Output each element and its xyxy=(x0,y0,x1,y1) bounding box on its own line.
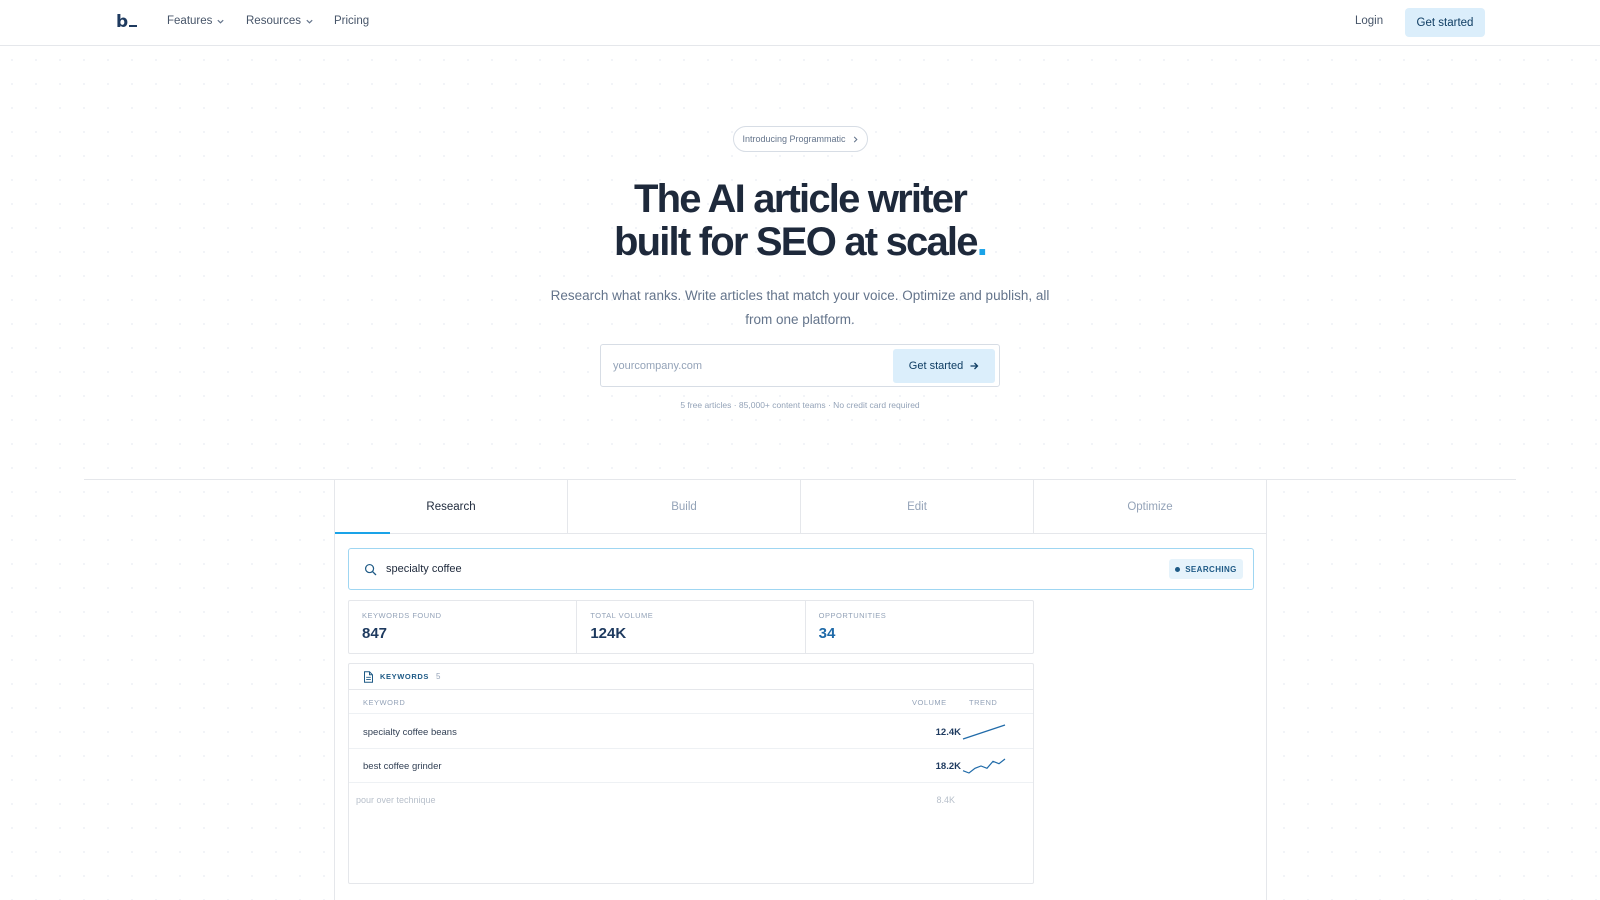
table-row[interactable]: specialty coffee beans 12.4K xyxy=(349,715,1033,749)
domain-input[interactable] xyxy=(613,355,883,377)
tab-research-label: Research xyxy=(426,500,476,513)
volume-cell: 8.4K xyxy=(936,795,955,805)
column-header-keyword[interactable]: KEYWORD xyxy=(363,698,405,707)
volume-cell: 18.2K xyxy=(935,761,961,772)
document-icon xyxy=(364,671,373,683)
active-tab-indicator xyxy=(335,532,390,534)
hero-headline: The AI article writer built for SEO at s… xyxy=(400,178,1200,264)
nav-features-label: Features xyxy=(167,15,213,27)
signup-fine-print: 5 free articles · 85,000+ content teams … xyxy=(680,400,920,410)
keyword-cell: best coffee grinder xyxy=(363,761,442,772)
table-row[interactable]: pour over technique 8.4K xyxy=(349,783,1033,817)
stat-opportunities: OPPORTUNITIES 34 xyxy=(806,601,1033,653)
tab-build[interactable]: Build xyxy=(568,480,801,533)
stat-value: 124K xyxy=(590,625,627,642)
nav-get-started-button[interactable]: Get started xyxy=(1405,8,1485,37)
logo-underscore xyxy=(128,25,137,27)
trend-sparkline xyxy=(962,724,1006,740)
announcement-pill[interactable]: Introducing Programmatic xyxy=(733,126,868,152)
stat-total-volume: TOTAL VOLUME 124K xyxy=(577,601,806,653)
column-header-volume[interactable]: VOLUME xyxy=(912,698,947,707)
volume-cell: 12.4K xyxy=(935,727,961,738)
logo[interactable]: b xyxy=(116,12,137,32)
stats-row: KEYWORDS FOUND 847 TOTAL VOLUME 124K OPP… xyxy=(348,600,1034,654)
chevron-down-icon xyxy=(217,19,225,24)
table-row[interactable]: best coffee grinder 18.2K xyxy=(349,749,1033,783)
signup-form: Get started xyxy=(600,344,1000,387)
sparkline-path xyxy=(962,758,1006,774)
column-header-trend: TREND xyxy=(969,698,998,707)
headline-line-1: The AI article writer xyxy=(634,177,968,221)
hero-subheadline: Research what ranks. Write articles that… xyxy=(550,288,1050,327)
keywords-title: KEYWORDS xyxy=(380,672,429,681)
nav-pricing-label: Pricing xyxy=(334,15,370,27)
keyword-cell: pour over technique xyxy=(356,795,436,805)
nav-resources-label: Resources xyxy=(246,15,301,27)
tab-edit-label: Edit xyxy=(907,500,927,513)
stat-label: TOTAL VOLUME xyxy=(590,611,654,620)
trend-sparkline xyxy=(962,758,1006,774)
product-demo-panel: Research Build Edit Optimize specialty c… xyxy=(334,480,1267,900)
table-header-row: KEYWORD VOLUME TREND xyxy=(349,690,1033,714)
keywords-header: KEYWORDS 5 xyxy=(349,664,1033,690)
headline-line-2: built for SEO at scale xyxy=(613,220,979,264)
hero-get-started-label: Get started xyxy=(908,360,964,372)
stat-label: KEYWORDS FOUND xyxy=(362,611,442,620)
status-dot xyxy=(1175,566,1181,572)
search-query: specialty coffee xyxy=(386,563,462,575)
stat-keywords-found: KEYWORDS FOUND 847 xyxy=(349,601,578,653)
keywords-table: KEYWORDS 5 KEYWORD VOLUME TREND specialt… xyxy=(348,663,1034,884)
stat-value: 34 xyxy=(818,625,836,642)
headline-accent-dot: . xyxy=(976,220,988,264)
tab-optimize[interactable]: Optimize xyxy=(1034,480,1266,533)
chevron-down-icon xyxy=(306,19,313,24)
arrow-right-icon xyxy=(970,362,979,370)
announcement-text: Introducing Programmatic xyxy=(742,134,846,144)
status-badge-label: SEARCHING xyxy=(1185,564,1237,574)
tab-research[interactable]: Research xyxy=(335,480,568,534)
tab-edit[interactable]: Edit xyxy=(801,480,1034,533)
tab-optimize-label: Optimize xyxy=(1127,500,1173,513)
feature-tabs: Research Build Edit Optimize xyxy=(335,480,1266,534)
keyword-cell: specialty coffee beans xyxy=(363,727,457,738)
chevron-right-icon xyxy=(853,136,858,142)
nav-features[interactable]: Features xyxy=(167,15,225,27)
status-badge: SEARCHING xyxy=(1169,559,1243,579)
stat-label: OPPORTUNITIES xyxy=(818,611,887,620)
tab-build-label: Build xyxy=(671,500,697,513)
keyword-search-bar[interactable]: specialty coffee SEARCHING xyxy=(348,548,1254,590)
nav-resources[interactable]: Resources xyxy=(246,15,314,27)
hero-get-started-button[interactable]: Get started xyxy=(893,349,995,383)
keywords-count: 5 xyxy=(436,672,441,681)
search-icon xyxy=(364,563,377,576)
sparkline-path xyxy=(962,724,1006,740)
top-nav: b Features Resources Pricing Login Get s… xyxy=(0,0,1600,46)
nav-pricing[interactable]: Pricing xyxy=(334,15,369,27)
stat-value: 847 xyxy=(362,625,388,642)
login-link[interactable]: Login xyxy=(1355,15,1383,27)
